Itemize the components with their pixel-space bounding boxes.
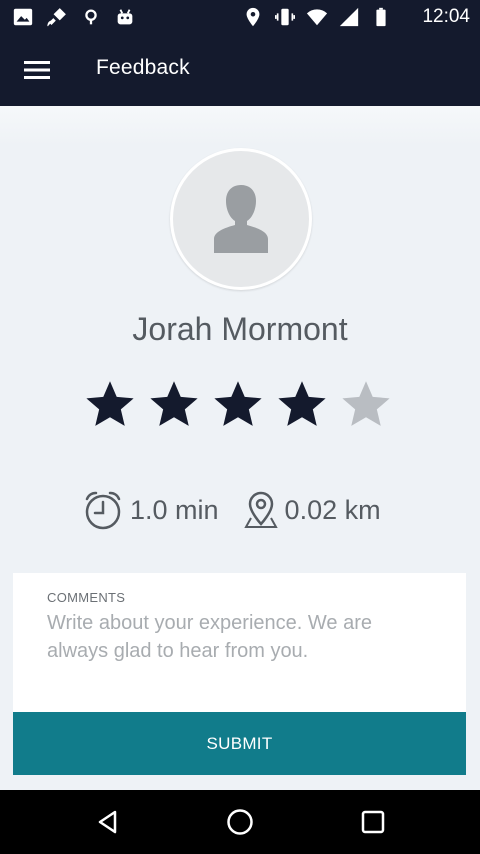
home-button[interactable]	[222, 804, 258, 840]
battery-icon	[376, 7, 386, 27]
star-4[interactable]	[276, 378, 328, 430]
page-title: Feedback	[96, 56, 190, 79]
wifi-icon	[306, 9, 328, 26]
back-button[interactable]	[90, 804, 126, 840]
home-icon	[227, 809, 253, 835]
android-icon	[117, 9, 133, 25]
signal-icon	[339, 7, 359, 27]
menu-button[interactable]	[16, 50, 58, 90]
photo-icon	[13, 8, 33, 26]
avatar	[170, 148, 312, 290]
submit-button[interactable]: SUBMIT	[13, 712, 466, 775]
recents-button[interactable]	[355, 804, 391, 840]
system-nav-bar	[0, 790, 480, 854]
hamburger-menu-icon	[24, 61, 50, 79]
location-pin-icon	[246, 7, 260, 27]
location-dot-icon	[85, 9, 97, 25]
status-clock: 12:04	[422, 6, 470, 27]
vibrate-icon	[275, 8, 295, 26]
status-bar: 12:04	[0, 0, 480, 34]
notification-icons	[12, 6, 136, 28]
star-1[interactable]	[84, 378, 136, 430]
star-rating[interactable]	[84, 378, 392, 430]
person-silhouette-icon	[214, 185, 268, 253]
comments-input[interactable]	[47, 609, 437, 693]
recents-icon	[361, 810, 385, 834]
system-status-icons	[242, 6, 392, 28]
feedback-content: Jorah Mormont 1.0 min 0.02 km COMMENTS W…	[0, 106, 480, 790]
back-icon	[98, 810, 117, 834]
star-3[interactable]	[212, 378, 264, 430]
star-5[interactable]	[340, 378, 392, 430]
star-2[interactable]	[148, 378, 200, 430]
comments-card: COMMENTS	[13, 573, 466, 712]
trip-duration: 1.0 min	[82, 490, 219, 530]
comments-label: COMMENTS	[47, 590, 126, 605]
satellite-icon	[47, 8, 66, 27]
map-pin-icon	[243, 491, 278, 528]
alarm-clock-icon	[85, 491, 121, 530]
duration-value: 1.0 min	[130, 494, 219, 525]
distance-value: 0.02 km	[284, 494, 381, 525]
trip-distance: 0.02 km	[243, 490, 381, 530]
app-toolbar: Feedback	[0, 34, 480, 106]
driver-name: Jorah Mormont	[132, 311, 348, 347]
trip-stats: 1.0 min 0.02 km	[82, 490, 381, 530]
